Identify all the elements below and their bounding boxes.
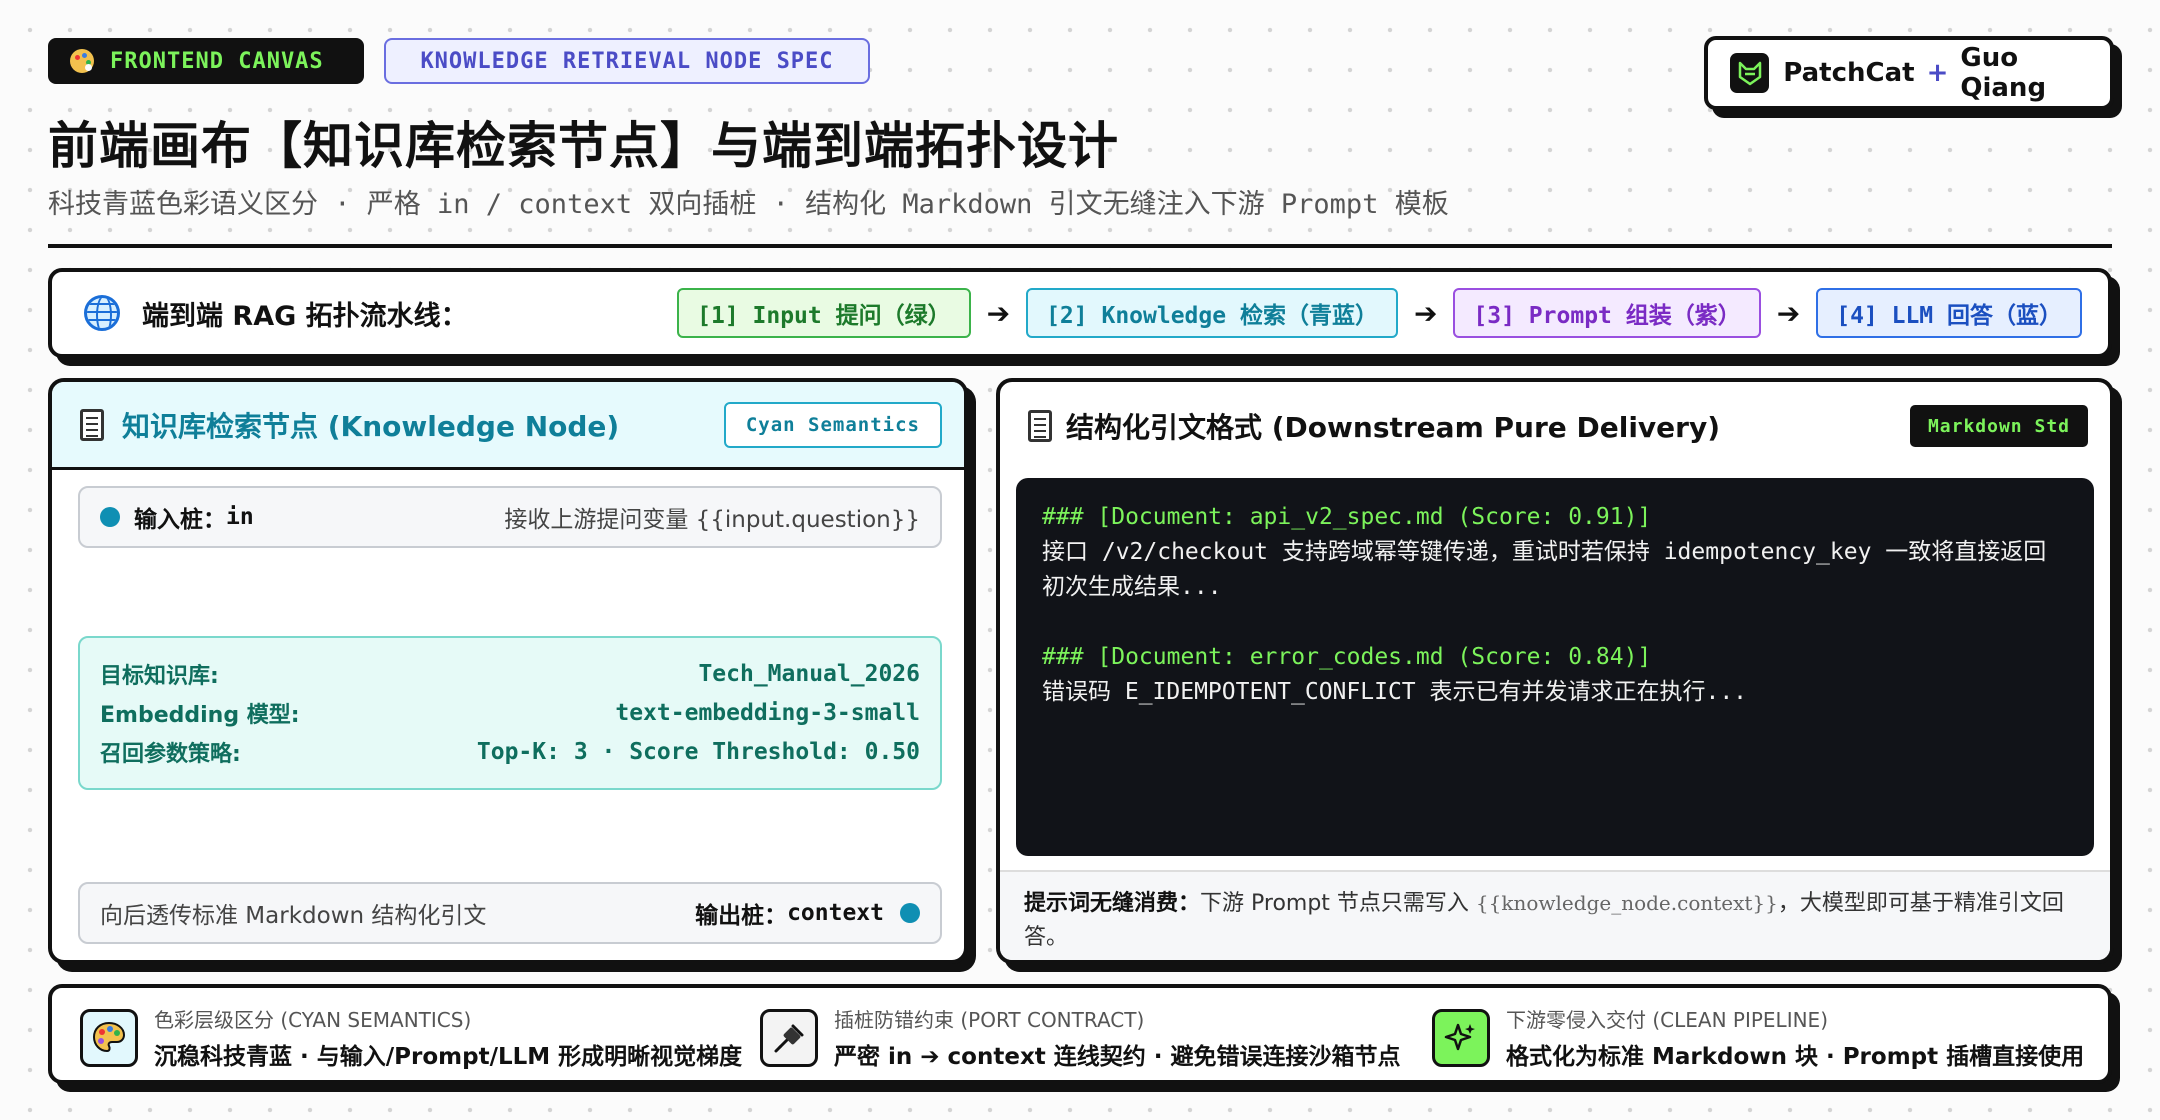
code-heading: ### [Document: error_codes.md (Score: 0.… <box>1042 644 1652 670</box>
config-key: 目标知识库: <box>100 664 219 689</box>
feature-item: 下游零侵入交付 (CLEAN PIPELINE) 格式化为标准 Markdown… <box>1432 1004 2084 1071</box>
input-port-dot[interactable] <box>100 507 120 527</box>
frontend-canvas-label: FRONTEND CANVAS <box>110 48 324 74</box>
arrow-right-icon: ➔ <box>1413 296 1438 330</box>
feature-desc: 严密 in ➔ context 连线契约 · 避免错误连接沙箱节点 <box>834 1044 1401 1070</box>
globe-icon <box>84 295 120 331</box>
feature-item: 插桩防错约束 (PORT CONTRACT) 严密 in ➔ context 连… <box>760 1004 1401 1071</box>
code-body: 错误码 E_IDEMPOTENT_CONFLICT 表示已有并发请求正在执行..… <box>1042 679 1748 705</box>
author-brand: PatchCat <box>1783 58 1915 88</box>
citation-format-card: 结构化引文格式 (Downstream Pure Delivery) Markd… <box>996 378 2114 964</box>
prompt-consumption-tip: 提示词无缝消费：下游 Prompt 节点只需写入 {{knowledge_nod… <box>1000 870 2110 960</box>
input-port-description: 接收上游提问变量 {{input.question}} <box>504 507 920 533</box>
knowledge-node-header: 知识库检索节点 (Knowledge Node) Cyan Semantics <box>52 382 964 470</box>
pipeline-label: 端到端 RAG 拓扑流水线： <box>142 300 468 332</box>
knowledge-node-card[interactable]: 知识库检索节点 (Knowledge Node) Cyan Semantics … <box>48 378 968 964</box>
plug-icon <box>760 1008 818 1067</box>
document-icon <box>80 408 104 441</box>
pipeline-steps: [1] Input 提问（绿） ➔ [2] Knowledge 检索（青蓝） ➔… <box>677 288 2082 338</box>
feature-title: 下游零侵入交付 (CLEAN PIPELINE) <box>1506 1008 1829 1032</box>
knowledge-config-panel: 目标知识库: Tech_Manual_2026 Embedding 模型: te… <box>78 636 942 790</box>
header-divider <box>48 244 2112 248</box>
spec-tag: KNOWLEDGE RETRIEVAL NODE SPEC <box>384 38 870 84</box>
feature-desc: 沉稳科技青蓝 · 与输入/Prompt/LLM 形成明晰视觉梯度 <box>154 1044 743 1070</box>
config-row: Embedding 模型: text-embedding-3-small <box>100 697 920 729</box>
config-row: 召回参数策略: Top-K: 3 · Score Threshold: 0.50 <box>100 736 920 768</box>
feature-title: 色彩层级区分 (CYAN SEMANTICS) <box>154 1008 472 1032</box>
patchcat-logo-icon <box>1730 53 1770 93</box>
output-port-description: 向后透传标准 Markdown 结构化引文 <box>100 903 487 929</box>
tip-text-pre: 下游 Prompt 节点只需写入 <box>1200 891 1476 916</box>
code-body: 接口 /v2/checkout 支持跨域幂等键传递，重试时若保持 idempot… <box>1042 539 2047 600</box>
input-port-label: 输入桩： <box>134 507 226 533</box>
config-key: Embedding 模型: <box>100 703 300 728</box>
knowledge-node-title: 知识库检索节点 (Knowledge Node) <box>122 409 620 443</box>
config-row: 目标知识库: Tech_Manual_2026 <box>100 658 920 690</box>
feature-item: 色彩层级区分 (CYAN SEMANTICS) 沉稳科技青蓝 · 与输入/Pro… <box>80 1004 742 1071</box>
tip-code: {{knowledge_node.context}} <box>1475 891 1778 915</box>
step-llm[interactable]: [4] LLM 回答（蓝） <box>1816 288 2082 338</box>
config-value: text-embedding-3-small <box>615 700 920 726</box>
output-port-label: 输出桩： <box>695 903 788 929</box>
page-title: 前端画布【知识库检索节点】与端到端拓扑设计 <box>48 117 1119 175</box>
output-port-dot[interactable] <box>900 903 920 923</box>
page-subtitle: 科技青蓝色彩语义区分 · 严格 in / context 双向插桩 · 结构化 … <box>48 189 1449 220</box>
citation-header: 结构化引文格式 (Downstream Pure Delivery) Markd… <box>1000 382 2110 470</box>
frontend-canvas-tag: FRONTEND CANVAS <box>48 38 364 84</box>
config-key: 召回参数策略: <box>100 742 241 767</box>
input-port[interactable]: 输入桩： in 接收上游提问变量 {{input.question}} <box>78 486 942 548</box>
author-plus: + <box>1926 58 1949 88</box>
step-prompt[interactable]: [3] Prompt 组装（紫） <box>1453 288 1761 338</box>
sparkle-icon <box>1432 1008 1490 1067</box>
author-name: Guo Qiang <box>1960 43 2047 103</box>
config-value: Tech_Manual_2026 <box>698 661 920 687</box>
palette-icon <box>80 1008 138 1067</box>
config-value: Top-K: 3 · Score Threshold: 0.50 <box>476 739 920 765</box>
input-port-value: in <box>226 504 254 530</box>
output-port[interactable]: 向后透传标准 Markdown 结构化引文 输出桩： context <box>78 882 942 944</box>
markdown-std-badge: Markdown Std <box>1909 405 2088 447</box>
rag-pipeline-bar: 端到端 RAG 拓扑流水线： [1] Input 提问（绿） ➔ [2] Kno… <box>48 268 2112 358</box>
arrow-right-icon: ➔ <box>986 296 1011 330</box>
document-icon <box>1028 410 1052 442</box>
tip-label: 提示词无缝消费： <box>1024 891 1201 916</box>
step-input[interactable]: [1] Input 提问（绿） <box>677 288 971 338</box>
citation-title: 结构化引文格式 (Downstream Pure Delivery) <box>1066 411 1721 444</box>
code-heading: ### [Document: api_v2_spec.md (Score: 0.… <box>1042 504 1652 530</box>
output-port-value: context <box>787 900 884 926</box>
palette-icon <box>70 49 94 73</box>
feature-desc: 格式化为标准 Markdown 块 · Prompt 插槽直接使用 <box>1506 1044 2085 1070</box>
step-knowledge[interactable]: [2] Knowledge 检索（青蓝） <box>1026 288 1398 338</box>
arrow-right-icon: ➔ <box>1776 296 1801 330</box>
feature-title: 插桩防错约束 (PORT CONTRACT) <box>834 1008 1145 1032</box>
cyan-semantics-badge: Cyan Semantics <box>723 401 942 448</box>
author-card: PatchCat + Guo Qiang <box>1704 36 2114 110</box>
citation-code-block: ### [Document: api_v2_spec.md (Score: 0.… <box>1016 478 2094 856</box>
feature-footer: 色彩层级区分 (CYAN SEMANTICS) 沉稳科技青蓝 · 与输入/Pro… <box>48 984 2112 1084</box>
